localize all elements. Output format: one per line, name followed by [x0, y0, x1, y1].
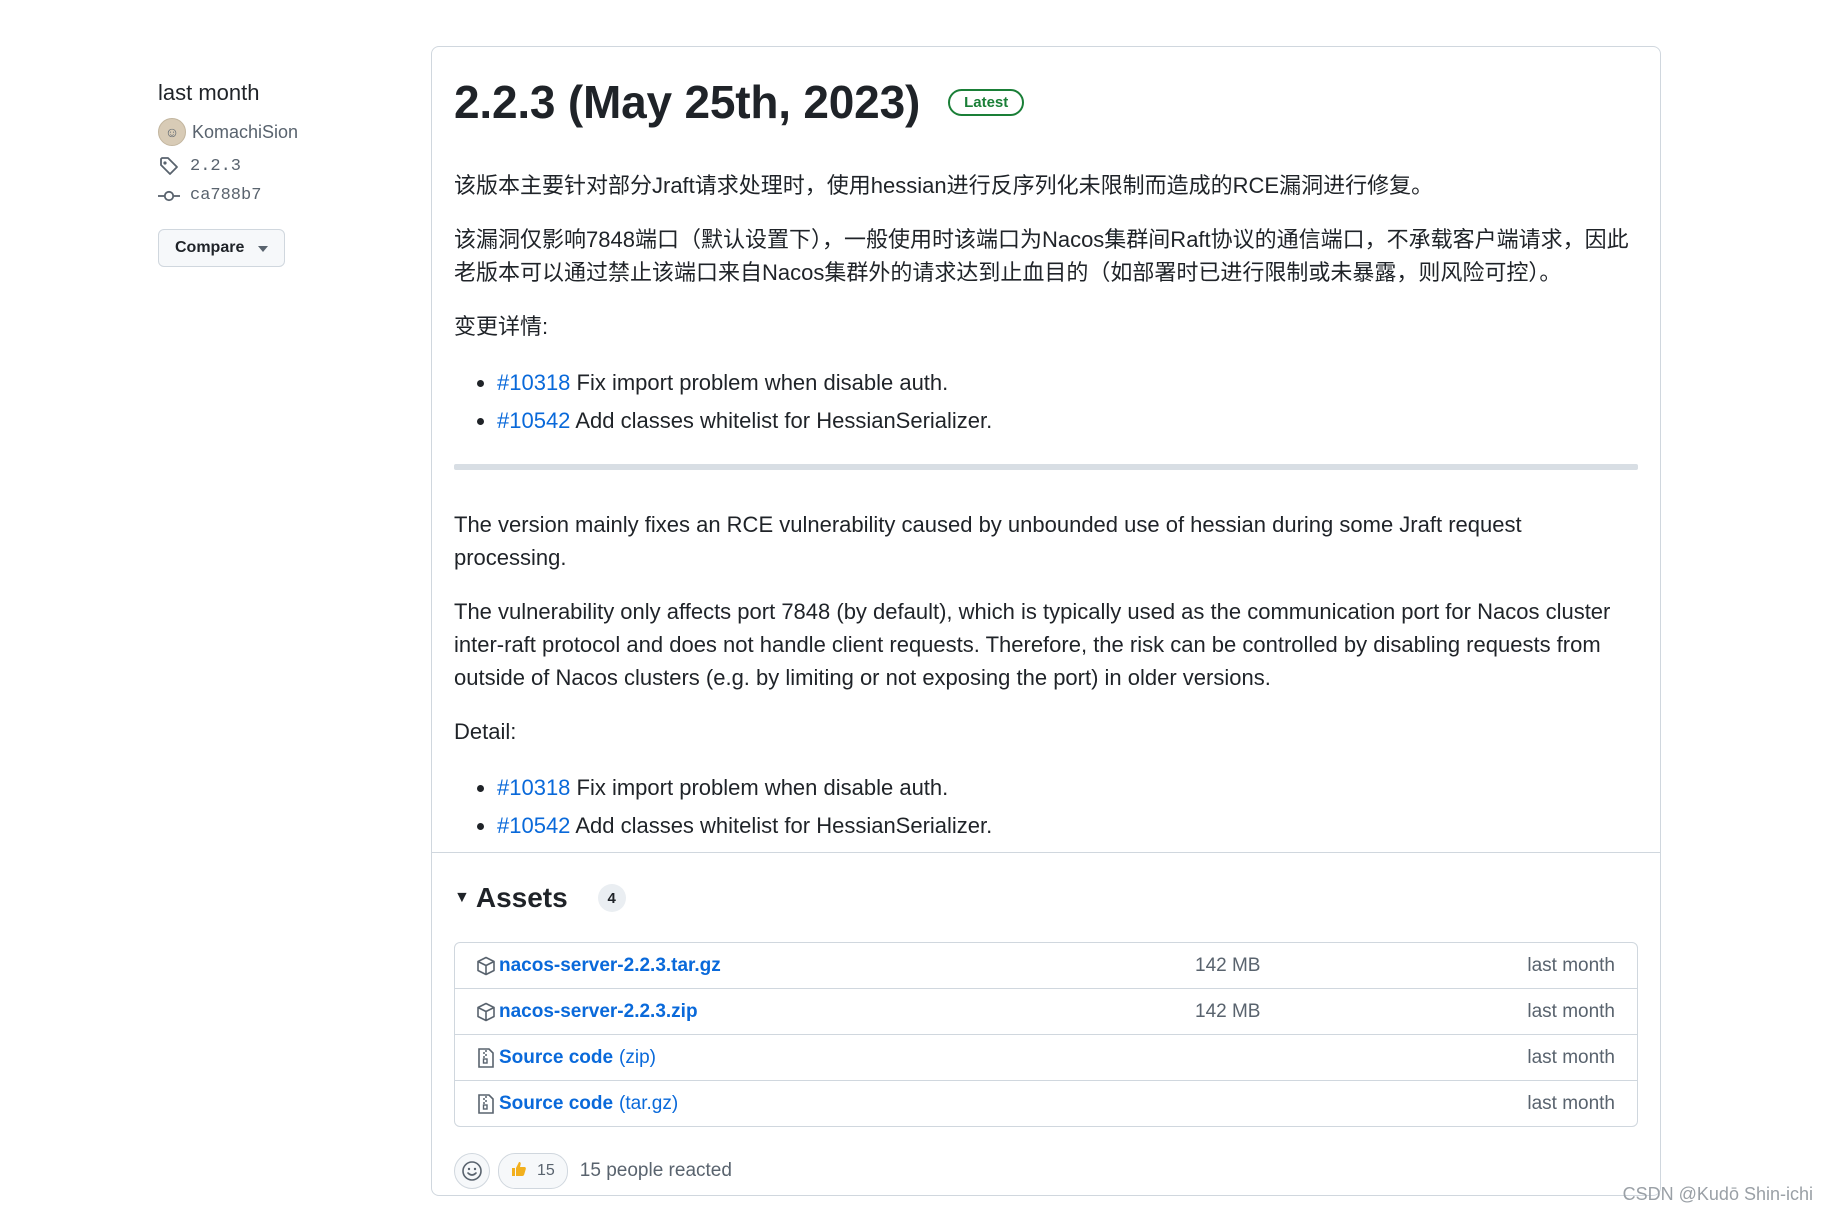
list-item: #10318 Fix import problem when disable a… [497, 769, 1638, 807]
asset-row: nacos-server-2.2.3.tar.gz 142 MB last mo… [455, 943, 1637, 988]
reactions-summary: 15 people reacted [579, 1160, 732, 1181]
list-item: #10542 Add classes whitelist for Hessian… [497, 402, 1638, 440]
change-text: Fix import problem when disable auth. [570, 775, 949, 800]
release-notes-zh-p2: 该漏洞仅影响7848端口（默认设置下），一般使用时该端口为Nacos集群间Raf… [454, 227, 1629, 285]
commit-icon [158, 189, 180, 203]
release-notes-en-p2: The vulnerability only affects port 7848… [454, 599, 1611, 690]
asset-row: Source code (zip) last month [455, 1034, 1637, 1080]
avatar[interactable]: ☺ [158, 118, 186, 146]
assets-count-badge: 4 [597, 884, 626, 912]
asset-size: 142 MB [1195, 954, 1261, 976]
asset-ext[interactable]: (zip) [619, 1047, 656, 1069]
assets-list: nacos-server-2.2.3.tar.gz 142 MB last mo… [454, 942, 1638, 1127]
pr-link[interactable]: #10318 [497, 775, 570, 800]
reactions-bar: 15 15 people reacted [454, 1153, 1638, 1189]
change-list-en: #10318 Fix import problem when disable a… [454, 769, 1638, 845]
pr-link[interactable]: #10318 [497, 370, 570, 395]
asset-date: last month [1527, 1046, 1615, 1068]
asset-date: last month [1527, 1092, 1615, 1114]
asset-date: last month [1527, 954, 1615, 976]
card-divider [432, 852, 1660, 853]
asset-date: last month [1527, 1000, 1615, 1022]
author-name[interactable]: KomachiSion [192, 122, 298, 143]
file-zip-icon [475, 1093, 497, 1114]
compare-button[interactable]: Compare [158, 229, 286, 267]
list-item: #10318 Fix import problem when disable a… [497, 364, 1638, 402]
assets-section: ▼ Assets 4 nacos-server-2.2.3.tar.gz 142… [454, 882, 1638, 1189]
release-date: last month [158, 80, 260, 105]
change-text: Fix import problem when disable auth. [570, 370, 949, 395]
release-card: 2.2.3 (May 25th, 2023) Latest 该版本主要针对部分J… [431, 46, 1661, 1196]
assets-title: Assets [475, 882, 568, 913]
watermark: CSDN @Kudō Shin-ichi [1622, 1184, 1813, 1204]
thumbs-up-count: 15 [537, 1162, 555, 1179]
release-notes-zh-detail-label: 变更详情: [454, 314, 549, 339]
asset-link[interactable]: Source code [499, 1093, 613, 1115]
triangle-down-icon: ▼ [454, 889, 470, 906]
asset-link[interactable]: Source code [499, 1047, 613, 1069]
package-icon [475, 1002, 497, 1022]
author-row[interactable]: ☺ KomachiSion [158, 118, 418, 146]
asset-row: nacos-server-2.2.3.zip 142 MB last month [455, 988, 1637, 1034]
change-list-zh: #10318 Fix import problem when disable a… [454, 364, 1638, 440]
commit-sha[interactable]: ca788b7 [190, 186, 261, 205]
file-zip-icon [475, 1047, 497, 1068]
tag-name[interactable]: 2.2.3 [190, 157, 241, 176]
latest-badge: Latest [948, 88, 1025, 116]
asset-size: 142 MB [1195, 1000, 1261, 1022]
package-icon [475, 956, 497, 976]
thumbs-up-reaction-button[interactable]: 15 [498, 1153, 568, 1189]
compare-label: Compare [175, 239, 245, 256]
change-text: Add classes whitelist for HessianSeriali… [570, 408, 993, 433]
tag-icon [158, 156, 180, 176]
release-notes-zh-p1: 该版本主要针对部分Jraft请求处理时，使用hessian进行反序列化未限制而造… [454, 173, 1434, 198]
asset-ext[interactable]: (tar.gz) [619, 1093, 678, 1115]
asset-link[interactable]: nacos-server-2.2.3.tar.gz [499, 955, 721, 977]
pr-link[interactable]: #10542 [497, 408, 570, 433]
pr-link[interactable]: #10542 [497, 813, 570, 838]
asset-link[interactable]: nacos-server-2.2.3.zip [499, 1001, 698, 1023]
smiley-icon [462, 1161, 482, 1181]
release-notes-en-p1: The version mainly fixes an RCE vulnerab… [454, 512, 1522, 570]
thumbs-up-icon [511, 1161, 527, 1182]
release-title[interactable]: 2.2.3 (May 25th, 2023) [454, 75, 920, 129]
release-sidebar: last month ☺ KomachiSion 2.2.3 ca788b7 C… [158, 80, 418, 267]
list-item: #10542 Add classes whitelist for Hessian… [497, 807, 1638, 845]
tag-row[interactable]: 2.2.3 [158, 156, 418, 176]
release-header: 2.2.3 (May 25th, 2023) Latest [454, 75, 1638, 129]
assets-toggle[interactable]: ▼ Assets 4 [454, 882, 1638, 914]
add-reaction-button[interactable] [454, 1153, 490, 1189]
asset-row: Source code (tar.gz) last month [455, 1080, 1637, 1126]
change-text: Add classes whitelist for HessianSeriali… [570, 813, 993, 838]
commit-row[interactable]: ca788b7 [158, 186, 418, 205]
release-notes-en-detail-label: Detail: [454, 719, 517, 744]
section-divider [454, 464, 1638, 470]
triangle-down-icon [258, 239, 269, 257]
